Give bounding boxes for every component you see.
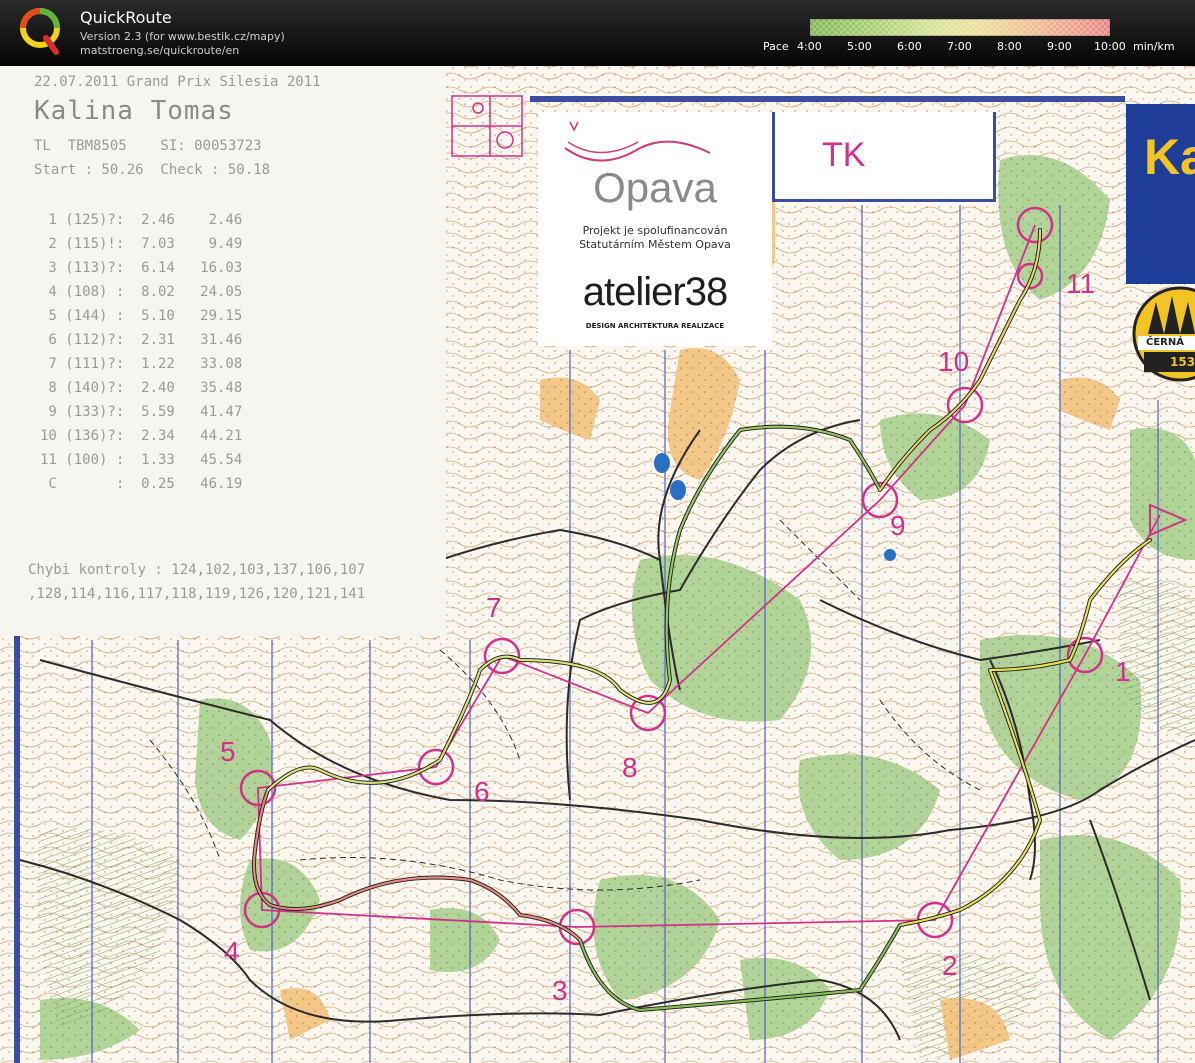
event-banner-text: Ka xyxy=(1144,129,1195,185)
atelier-tagline: DESIGN ARCHITEKTURA REALIZACE xyxy=(585,322,725,330)
sponsor-line-2: Statutárním Městem Opava xyxy=(579,238,731,251)
map-frame-top xyxy=(530,96,1125,102)
control-number-2: 2 xyxy=(942,950,958,981)
app-version: Version 2.3 (for www.bestik.cz/mapy) xyxy=(80,30,285,43)
control-number-1: 1 xyxy=(1115,656,1131,687)
map-frame xyxy=(14,636,20,1063)
receipt-id-line: TL TBM8505 SI: 00053723 xyxy=(34,138,262,154)
opava-logo-text: Opava xyxy=(593,164,717,211)
split-row: 7 (111)?: 1.22 33.08 xyxy=(40,356,243,372)
split-row: 5 (144) : 5.10 29.15 xyxy=(40,308,243,324)
receipt-start-line: Start : 50.26 Check : 50.18 xyxy=(34,162,271,178)
control-number-6: 6 xyxy=(474,776,490,807)
split-row: 4 (108) : 8.02 24.05 xyxy=(40,284,243,300)
sponsor-seal-icon xyxy=(1132,286,1195,382)
pace-tick: 4:00 xyxy=(797,40,822,53)
app-title: QuickRoute xyxy=(80,8,172,27)
pace-tick: 6:00 xyxy=(897,40,922,53)
seal-number: 153 xyxy=(1170,355,1195,369)
receipt-runner-name: Kalina Tomas xyxy=(34,96,234,126)
control-number-10: 10 xyxy=(938,346,970,377)
split-row: 6 (112)?: 2.31 31.46 xyxy=(40,332,243,348)
control-number-3: 3 xyxy=(552,975,568,1006)
app-header: QuickRoute Version 2.3 (for www.bestik.c… xyxy=(0,0,1195,66)
missing-controls: Chybi kontroly : 124,102,103,137,106,107 xyxy=(28,562,366,578)
app-url[interactable]: matstroeng.se/quickroute/en xyxy=(80,44,239,57)
pace-unit: min/km xyxy=(1133,40,1175,53)
atelier-logo-text: atelier38 xyxy=(582,270,728,314)
split-row: C : 0.25 46.19 xyxy=(40,476,243,492)
tk-box xyxy=(772,112,996,202)
pace-tick: 10:00 xyxy=(1094,40,1126,53)
split-row: 11 (100) : 1.33 45.54 xyxy=(40,452,243,468)
control-number-8: 8 xyxy=(622,752,638,783)
control-number-9: 9 xyxy=(890,510,906,541)
missing-controls-cont: ,128,114,116,117,118,119,126,120,121,141 xyxy=(28,586,366,602)
pace-label: Pace xyxy=(763,40,789,53)
control-number-4: 4 xyxy=(224,936,240,967)
si-receipt: 22.07.2011 Grand Prix Silesia 2011 Kalin… xyxy=(0,66,446,636)
pace-color-scale xyxy=(810,19,1110,36)
pace-tick: 7:00 xyxy=(947,40,972,53)
control-number-5: 5 xyxy=(220,736,236,767)
control-number-11: 11 xyxy=(1066,268,1096,299)
pace-tick: 5:00 xyxy=(847,40,872,53)
seal-text: ČERNÁ xyxy=(1146,337,1184,348)
quickroute-logo-icon xyxy=(20,8,60,55)
pace-tick: 8:00 xyxy=(997,40,1022,53)
receipt-header: 22.07.2011 Grand Prix Silesia 2011 xyxy=(34,74,321,90)
tk-label: TK xyxy=(822,136,866,174)
split-row: 8 (140)?: 2.40 35.48 xyxy=(40,380,243,396)
sponsor-line-1: Projekt je spolufinancován xyxy=(582,224,728,237)
split-row: 9 (133)?: 5.59 41.47 xyxy=(40,404,243,420)
split-row: 2 (115)!: 7.03 9.49 xyxy=(40,236,243,252)
split-row: 3 (113)?: 6.14 16.03 xyxy=(40,260,243,276)
split-row: 1 (125)?: 2.46 2.46 xyxy=(40,212,243,228)
split-row: 10 (136)?: 2.34 44.21 xyxy=(40,428,243,444)
control-number-7: 7 xyxy=(486,592,502,623)
pace-tick: 9:00 xyxy=(1047,40,1072,53)
